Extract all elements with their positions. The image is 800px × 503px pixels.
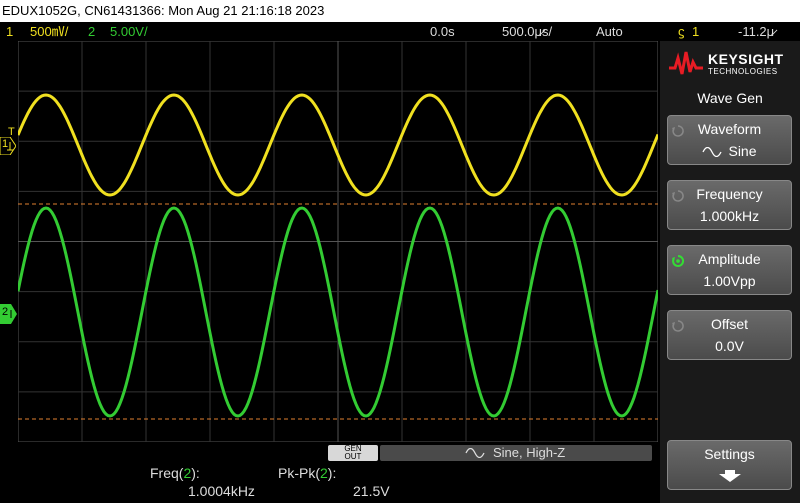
frequency-value: 1.000kHz [699, 208, 760, 224]
pkpk-channel: 2 [320, 465, 328, 481]
ch1-number[interactable]: 1 [6, 22, 13, 41]
waveform-value-row: Sine [668, 143, 791, 159]
settings-label: Settings [704, 446, 755, 462]
ch1-scale[interactable]: 500㎷/ [30, 22, 68, 41]
ch1-marker-label: 1 [2, 138, 9, 150]
freq-label-end: ): [191, 465, 200, 481]
trigger-mode[interactable]: Auto [596, 22, 623, 41]
ch2-marker-label: 2 [2, 306, 9, 318]
sine-wave-icon [702, 147, 723, 158]
measurements-panel: Freq(2): 1.0004kHz Pk-Pk(2): 21.5V [0, 462, 660, 503]
time-delay[interactable]: 0.0s [430, 22, 455, 41]
frequency-softkey[interactable]: Frequency 1.000kHz [667, 180, 792, 230]
frequency-label: Frequency [696, 186, 763, 202]
gen-badge-bottom: OUT [344, 452, 362, 461]
freq-label: Freq( [150, 465, 184, 481]
ch2-ground-marker[interactable]: 2 [0, 304, 17, 324]
window-title: EDUX1052G, CN61431366: Mon Aug 21 21:16:… [0, 0, 800, 22]
trigger-edge-icon: ϛ [678, 24, 685, 39]
generator-status-bar: GEN OUT Sine, High-Z [0, 442, 660, 462]
offset-label: Offset [710, 316, 749, 332]
time-scale[interactable]: 500.0μ̷s/ [502, 22, 552, 41]
status-bar: 1 500㎷/ 2 5.00V/ 0.0s 500.0μ̷s/ Auto ϛ 1… [0, 22, 800, 41]
amplitude-softkey[interactable]: Amplitude 1.00Vpp [667, 245, 792, 295]
freq-measurement-label[interactable]: Freq(2): [150, 465, 200, 481]
gen-status-field: Sine, High-Z [380, 445, 652, 461]
keysight-logo-icon [669, 51, 703, 75]
waveform-label: Waveform [697, 121, 762, 137]
keysight-logo: KEYSIGHT TECHNOLOGIES [662, 46, 796, 80]
brand-name: KEYSIGHT [708, 51, 784, 67]
sine-wave-icon [465, 448, 485, 458]
freq-value: 1.0004kHz [188, 483, 255, 499]
menu-title: Wave Gen [697, 90, 763, 106]
brand-subtitle: TECHNOLOGIES [708, 67, 778, 76]
offset-softkey[interactable]: Offset 0.0V [667, 310, 792, 360]
pkpk-label-end: ): [327, 465, 337, 481]
ch2-number[interactable]: 2 [88, 22, 95, 41]
amplitude-label: Amplitude [698, 251, 761, 267]
trigger-level[interactable]: -11.2μ̷ [738, 22, 774, 41]
waveform-value: Sine [728, 143, 757, 159]
ch2-scale[interactable]: 5.00V/ [110, 22, 148, 41]
waveform-softkey[interactable]: Waveform Sine [667, 115, 792, 165]
offset-value: 0.0V [715, 338, 744, 354]
ch1-ground-marker[interactable]: 1 [0, 136, 17, 156]
pkpk-label: Pk-Pk( [278, 465, 320, 481]
pkpk-value: 21.5V [353, 483, 390, 499]
gen-status-text: Sine, High-Z [493, 445, 566, 460]
amplitude-value: 1.00Vpp [703, 273, 756, 289]
arrow-down-icon [719, 470, 741, 482]
trigger-channel[interactable]: 1 [692, 22, 699, 41]
waveform-display[interactable] [18, 41, 658, 442]
pkpk-measurement-label[interactable]: Pk-Pk(2): [278, 465, 336, 481]
settings-softkey[interactable]: Settings [667, 440, 792, 490]
gen-out-badge[interactable]: GEN OUT [328, 445, 378, 461]
